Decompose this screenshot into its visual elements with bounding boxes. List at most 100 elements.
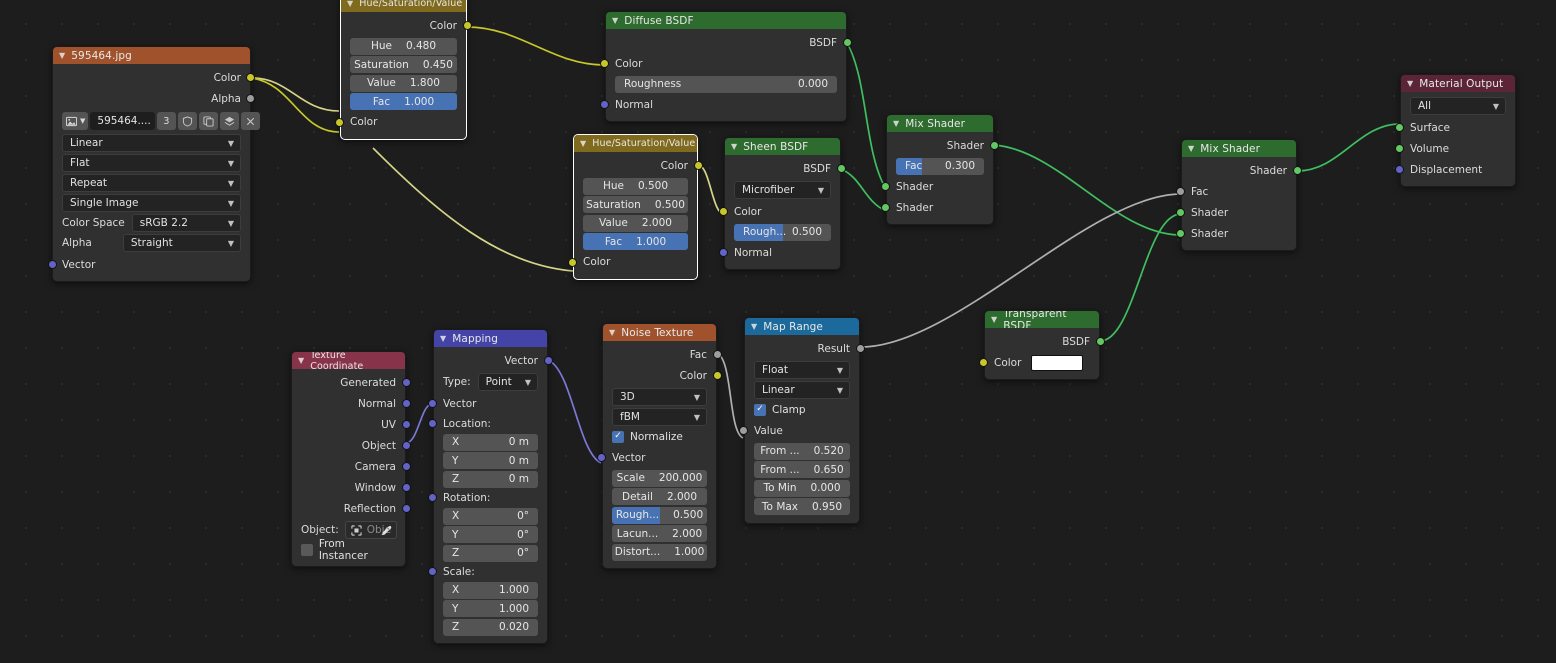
socket-shader-in-2[interactable] [1176,229,1185,238]
field-from-max[interactable]: From ... 0.650 [754,461,850,478]
node-header[interactable]: ▼ Mix Shader [887,115,993,132]
socket-color-in[interactable] [979,358,988,367]
socket-volume-in[interactable] [1395,144,1404,153]
image-browse-icon[interactable]: ▼ [62,112,89,130]
socket-value-in[interactable] [739,426,748,435]
socket-normal-in[interactable] [719,248,728,257]
node-hue-saturation-value-bottom[interactable]: ▼ Hue/Saturation/Value Color Hue 0.500 Sa… [568,134,703,280]
image-datablock-toolbar[interactable]: ▼ 595464.... 3 [62,112,260,130]
socket-location-in[interactable] [428,419,437,428]
socket-result-out[interactable] [856,344,865,353]
field-rotation-y[interactable]: Y 0° [443,526,538,543]
socket-color-out[interactable] [463,21,472,30]
node-header[interactable]: ▼ Noise Texture [603,324,716,341]
clamp-checkbox-row[interactable]: ✓ Clamp [754,401,850,418]
target-dropdown[interactable]: All ▼ [1410,97,1506,115]
field-to-max[interactable]: To Max 0.950 [754,498,850,515]
socket-rotation-in[interactable] [428,493,437,502]
chevron-down-icon[interactable]: ▼ [1188,144,1194,153]
field-detail[interactable]: Detail 2.000 [612,488,707,505]
node-header[interactable]: ▼ Texture Coordinate [292,352,405,369]
socket-uv-out[interactable] [402,420,411,429]
close-icon[interactable] [240,112,260,130]
field-fac[interactable]: Fac 1.000 [583,233,688,250]
field-from-min[interactable]: From ... 0.520 [754,442,850,460]
field-scale-z[interactable]: Z 0.020 [443,618,538,636]
field-roughness[interactable]: Rough... 0.500 [612,506,707,524]
chevron-down-icon[interactable]: ▼ [298,356,304,365]
field-to-min[interactable]: To Min 0.000 [754,479,850,497]
image-name-field[interactable]: 595464.... [90,112,155,130]
socket-surface-in[interactable] [1395,123,1404,132]
socket-vector-in[interactable] [48,260,57,269]
socket-bsdf-out[interactable] [1096,337,1105,346]
socket-color-out[interactable] [713,371,722,380]
field-distortion[interactable]: Distort... 1.000 [612,543,707,561]
socket-reflection-out[interactable] [402,504,411,513]
node-image-texture[interactable]: ▼ 595464.jpg Color Alpha ▼ 595464.... 3 [48,46,260,282]
socket-fac-in[interactable] [1176,187,1185,196]
node-mix-shader-1[interactable]: ▼ Mix Shader Shader Fac 0.300 Shader Sha… [881,114,999,225]
node-header[interactable]: ▼ Hue/Saturation/Value [574,135,697,152]
normalize-checkbox-row[interactable]: ✓ Normalize [612,428,707,445]
chevron-down-icon[interactable]: ▼ [731,142,737,151]
chevron-down-icon[interactable]: ▼ [893,119,899,128]
socket-shader-out[interactable] [990,141,999,150]
node-texture-coordinate[interactable]: ▼ Texture Coordinate Generated Normal UV… [291,351,411,567]
socket-color-in[interactable] [719,207,728,216]
socket-object-out[interactable] [402,441,411,450]
node-map-range[interactable]: ▼ Map Range Result Float ▼ Linear ▼ ✓ Clam… [739,317,865,524]
socket-normal-in[interactable] [600,100,609,109]
field-scale[interactable]: Scale 200.000 [612,469,707,487]
interpolation-dropdown[interactable]: Linear ▼ [754,381,850,399]
eyedropper-icon[interactable] [381,525,392,536]
node-header[interactable]: ▼ Material Output [1401,75,1515,92]
chevron-down-icon[interactable]: ▼ [347,0,353,8]
field-rotation-x[interactable]: X 0° [443,507,538,525]
type-dropdown[interactable]: Point ▼ [477,373,538,391]
chevron-down-icon[interactable]: ▼ [440,334,446,343]
socket-window-out[interactable] [402,483,411,492]
distribution-dropdown[interactable]: Microfiber ▼ [734,181,831,199]
duplicate-icon[interactable] [198,112,218,130]
node-transparent-bsdf[interactable]: ▼ Transparent BSDF BSDF Color [979,310,1105,380]
socket-shader-in-2[interactable] [881,203,890,212]
node-mix-shader-2[interactable]: ▼ Mix Shader Shader Fac Shader Shader [1176,139,1302,251]
color-swatch[interactable] [1031,354,1084,371]
node-sheen-bsdf[interactable]: ▼ Sheen BSDF BSDF Microfiber ▼ Color Roug… [719,137,846,270]
chevron-down-icon[interactable]: ▼ [991,315,997,324]
field-hue[interactable]: Hue 0.500 [583,177,688,195]
dimensions-dropdown[interactable]: 3D ▼ [612,388,707,406]
field-value[interactable]: Value 2.000 [583,214,688,232]
socket-color-in[interactable] [568,257,577,267]
socket-vector-in[interactable] [597,453,606,462]
node-noise-texture[interactable]: ▼ Noise Texture Fac Color 3D ▼ fBM ▼ ✓ Nor… [597,323,722,569]
field-saturation[interactable]: Saturation 0.450 [350,56,457,73]
socket-color-in[interactable] [335,117,344,127]
socket-displacement-in[interactable] [1395,165,1404,174]
chevron-down-icon[interactable]: ▼ [751,322,757,331]
chevron-down-icon[interactable]: ▼ [80,117,85,125]
socket-bsdf-out[interactable] [837,164,846,173]
node-material-output[interactable]: ▼ Material Output All ▼ Surface Volume Di… [1395,74,1516,187]
field-fac[interactable]: Fac 0.300 [896,157,984,175]
node-mapping[interactable]: ▼ Mapping Vector Type: Point ▼ Vector Loc… [428,329,553,644]
interpolation-dropdown[interactable]: Linear ▼ [62,134,241,152]
socket-shader-in-1[interactable] [1176,208,1185,217]
field-location-y[interactable]: Y0 m [443,452,538,469]
field-hue[interactable]: Hue 0.480 [350,37,457,55]
chevron-down-icon[interactable]: ▼ [580,139,586,148]
chevron-down-icon[interactable]: ▼ [59,51,65,60]
pack-icon[interactable] [219,112,239,130]
field-scale-y[interactable]: Y 1.000 [443,600,538,617]
field-roughness[interactable]: Rough... 0.500 [734,223,831,241]
field-scale-x[interactable]: X 1.000 [443,581,538,599]
node-diffuse-bsdf[interactable]: ▼ Diffuse BSDF BSDF Color Roughness 0.00… [600,11,852,122]
socket-color-out[interactable] [246,73,255,82]
chevron-down-icon[interactable]: ▼ [1407,79,1413,88]
node-header[interactable]: ▼ Map Range [745,318,859,335]
node-header[interactable]: ▼ 595464.jpg [53,47,250,64]
node-header[interactable]: ▼ Hue/Saturation/Value [341,0,466,12]
socket-shader-in-1[interactable] [881,182,890,191]
socket-vector-in[interactable] [428,399,437,408]
